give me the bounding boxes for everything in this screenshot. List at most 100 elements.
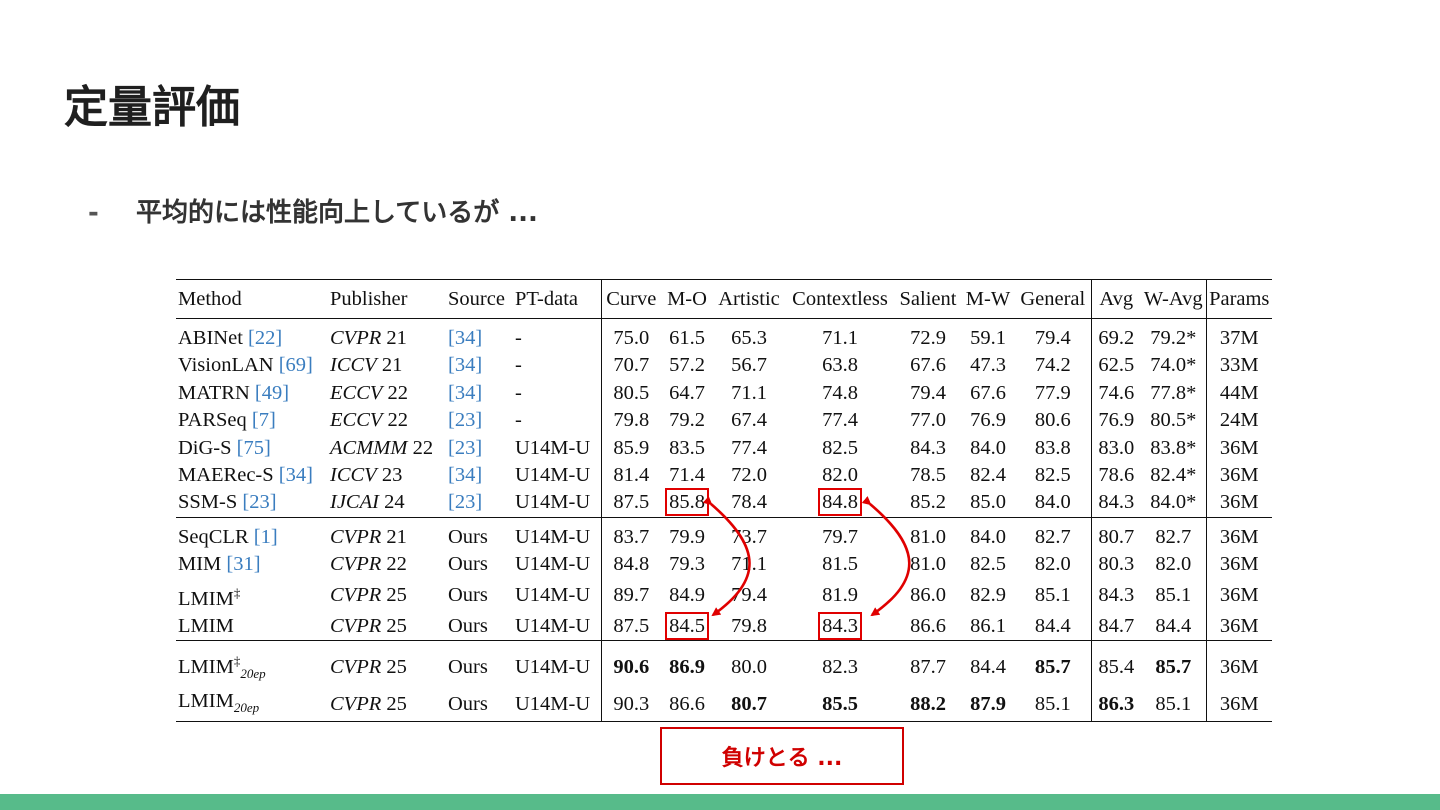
cell-source: Ours	[446, 613, 513, 641]
cell-artistic: 67.4	[731, 409, 767, 432]
source-citation-link[interactable]: [23]	[448, 437, 482, 459]
citation-link[interactable]: [31]	[226, 553, 260, 575]
method-subscript: 20ep	[240, 666, 266, 682]
cell-source: [23]	[446, 407, 513, 434]
cell-wavg: 85.7	[1155, 655, 1192, 678]
cell-general: 83.8	[1034, 436, 1071, 459]
table-group-pretraining: SeqCLR [1] CVPR 21 Ours U14M-U 83.7 79.9 73.7 7…	[176, 517, 1272, 641]
cell-publisher: CVPR 25	[328, 613, 446, 641]
cell-pt-data: -	[515, 409, 522, 432]
publisher-year: 22	[412, 436, 434, 459]
cell-method: LMIM	[176, 613, 328, 641]
cell-wavg: 82.0	[1155, 553, 1192, 576]
cell-salient: 86.6	[910, 614, 946, 637]
footer-accent-bar	[0, 794, 1440, 810]
method-name: MATRN	[178, 381, 250, 404]
cell-curve: 90.3	[600, 687, 661, 722]
method-name: LMIM	[178, 614, 234, 637]
citation-link[interactable]: [75]	[237, 437, 271, 459]
cell-params: 37M	[1205, 318, 1272, 353]
publisher-year: 21	[386, 525, 407, 548]
bullet-marker: -	[88, 198, 99, 228]
results-table: Method Publisher Source PT-data Curve M-…	[176, 279, 1272, 722]
cell-mo: 79.3	[669, 553, 705, 576]
cell-mo: 79.9	[669, 525, 705, 548]
cell-method: MAERec-S [34]	[176, 462, 328, 489]
cell-publisher: ACMMM 22	[328, 435, 446, 462]
citation-link[interactable]: [34]	[279, 464, 313, 486]
cell-contextless: 63.8	[822, 354, 858, 377]
cell-contextless: 84.3	[785, 611, 895, 641]
publisher-venue: CVPR	[330, 655, 382, 678]
cell-avg: 80.7	[1090, 517, 1141, 552]
cell-publisher: ECCV 22	[328, 407, 446, 434]
header-mo: M-O	[667, 288, 707, 310]
cell-publisher: IJCAI 24	[328, 489, 446, 517]
citation-link[interactable]: [22]	[248, 327, 282, 349]
cell-publisher: CVPR 25	[328, 641, 446, 688]
source-citation-link[interactable]: [34]	[448, 464, 482, 486]
method-name: SSM-S	[178, 491, 238, 514]
publisher-year: 25	[386, 614, 407, 637]
cell-params: 36M	[1205, 640, 1272, 688]
bullet-point: - 平均的には性能向上しているが ...	[88, 198, 538, 229]
citation-link[interactable]: [69]	[279, 354, 313, 376]
method-name: MAERec-S	[178, 464, 274, 487]
publisher-venue: ECCV	[330, 381, 383, 404]
publisher-venue: ACMMM	[330, 436, 408, 459]
cell-mw: 87.9	[970, 692, 1006, 715]
publisher-year: 25	[386, 655, 407, 678]
cell-pt-data: -	[515, 354, 522, 377]
source-citation-link[interactable]: [34]	[448, 327, 482, 349]
source-citation-link[interactable]: [23]	[448, 491, 482, 513]
cell-mo: 57.2	[669, 354, 705, 377]
cell-salient: 67.6	[910, 354, 946, 377]
cell-wavg: 80.5*	[1150, 409, 1197, 432]
citation-link[interactable]: [23]	[242, 491, 276, 513]
cell-params: 36M	[1205, 434, 1272, 463]
cell-artistic: 56.7	[731, 354, 767, 377]
source-citation-link[interactable]: [34]	[448, 354, 482, 376]
table-row: SSM-S [23] IJCAI 24 [23] U14M-U 87.5 85.8 78.4…	[176, 488, 1272, 518]
cell-params: 36M	[1205, 687, 1272, 722]
cell-curve: 87.5	[600, 612, 661, 641]
cell-salient: 77.0	[910, 409, 946, 432]
cell-mw: 85.0	[970, 491, 1006, 514]
cell-source: Ours	[446, 579, 513, 613]
publisher-year: 21	[381, 354, 403, 377]
publisher-venue: ECCV	[330, 409, 383, 432]
cell-mo: 86.6	[669, 692, 705, 715]
cell-mo: 71.4	[669, 464, 705, 487]
cell-mw: 84.4	[970, 655, 1006, 678]
cell-mw: 76.9	[970, 409, 1006, 432]
cell-avg: 83.0	[1090, 434, 1141, 463]
source-citation-link[interactable]: [34]	[448, 382, 482, 404]
cell-mw: 86.1	[970, 614, 1006, 637]
cell-avg: 76.9	[1090, 407, 1141, 435]
cell-salient: 88.2	[910, 692, 946, 715]
cell-pt-data: U14M-U	[515, 614, 591, 637]
cell-salient: 81.0	[910, 553, 946, 576]
cell-method: MATRN [49]	[176, 380, 328, 407]
cell-general: 85.1	[1034, 584, 1071, 607]
header-salient: Salient	[899, 288, 957, 310]
source-citation-link[interactable]: [23]	[448, 409, 482, 431]
cell-artistic: 79.8	[731, 614, 767, 637]
citation-link[interactable]: [1]	[254, 526, 278, 548]
cell-wavg: 85.1	[1155, 584, 1192, 607]
cell-method: PARSeq [7]	[176, 407, 328, 434]
cell-pt-data: U14M-U	[515, 655, 591, 678]
cell-method: LMIM‡20ep	[176, 641, 328, 688]
header-general: General	[1020, 288, 1086, 310]
header-mw: M-W	[965, 288, 1011, 310]
cell-pt-data: U14M-U	[515, 692, 591, 715]
method-name: DiG-S	[178, 436, 232, 459]
publisher-year: 21	[386, 327, 407, 349]
table-row: LMIM20ep CVPR 25 Ours U14M-U 90.3 86.6 80.7 85.…	[176, 687, 1272, 722]
cell-method: LMIM‡	[176, 579, 328, 613]
citation-link[interactable]: [49]	[255, 382, 289, 404]
citation-link[interactable]: [7]	[252, 409, 276, 431]
publisher-year: 25	[386, 692, 407, 715]
cell-publisher: ECCV 22	[328, 380, 446, 407]
cell-avg: 69.2	[1090, 318, 1141, 353]
